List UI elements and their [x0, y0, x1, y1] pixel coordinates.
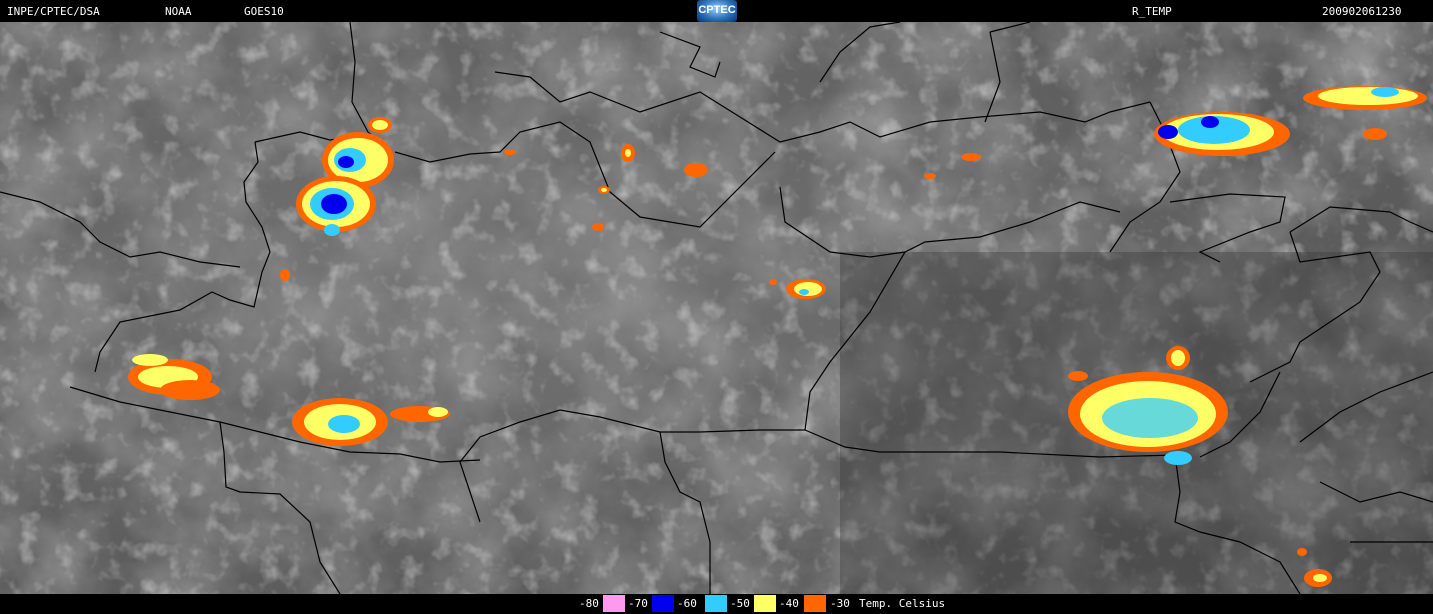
satellite-map [0, 22, 1433, 594]
satellite-label: GOES10 [244, 5, 284, 18]
legend-label-80: -80 [579, 597, 601, 610]
legend-label-50: -50 [730, 597, 752, 610]
legend-label-40: -40 [779, 597, 801, 610]
temperature-legend: -80 -70 -60 -50 -40 -30 Temp. Celsius [579, 595, 955, 612]
legend-swatch-40 [804, 595, 826, 612]
legend-unit-label: Temp. Celsius [859, 597, 946, 610]
legend-label-60: -60 [677, 597, 699, 610]
legend-swatch-80 [603, 595, 625, 612]
source-label: INPE/CPTEC/DSA [7, 5, 100, 18]
legend-swatch-70 [652, 595, 674, 612]
legend-swatch-60 [705, 595, 727, 612]
cptec-logo: CPTEC [697, 0, 737, 22]
legend-swatch-50 [754, 595, 776, 612]
datetime-label: 200902061230 [1322, 5, 1402, 18]
legend-label-70: -70 [628, 597, 650, 610]
legend-label-30: -30 [830, 597, 854, 610]
product-label: R_TEMP [1132, 5, 1172, 18]
agency-label: NOAA [165, 5, 192, 18]
header-bar: INPE/CPTEC/DSA NOAA GOES10 CPTEC R_TEMP … [0, 0, 1433, 22]
